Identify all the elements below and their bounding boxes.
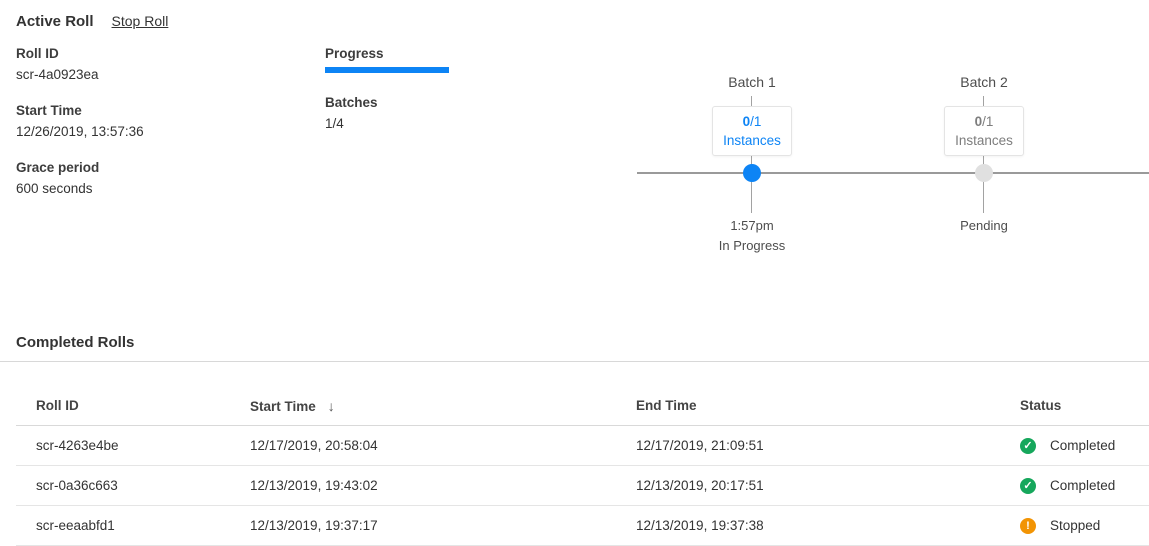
column-header-roll-id: Roll ID	[16, 398, 250, 413]
timeline-axis	[637, 172, 1149, 174]
batch-1-instances-label: Instances	[723, 131, 781, 150]
status-completed-icon	[1020, 438, 1036, 454]
batch-1-time: 1:57pm	[692, 218, 812, 233]
start-time-cell: 12/13/2019, 19:37:17	[250, 518, 636, 533]
batch-1-name: Batch 1	[692, 74, 812, 90]
batch-1-instance-count: 0/1	[743, 112, 762, 131]
status-stopped-icon	[1020, 518, 1036, 534]
end-time-cell: 12/13/2019, 19:37:38	[636, 518, 1020, 533]
table-row[interactable]: scr-eeaabfd1 12/13/2019, 19:37:17 12/13/…	[16, 506, 1149, 546]
roll-id-cell: scr-eeaabfd1	[16, 518, 250, 533]
completed-rolls-title: Completed Rolls	[16, 334, 134, 351]
column-header-end-time: End Time	[636, 398, 1020, 413]
batch-1-instances-card[interactable]: 0/1 Instances	[712, 106, 792, 156]
status-cell: Stopped	[1020, 518, 1149, 534]
status-label: Stopped	[1050, 518, 1100, 533]
start-time-cell: 12/17/2019, 20:58:04	[250, 438, 636, 453]
status-cell: Completed	[1020, 438, 1149, 454]
batch-2-status: Pending	[924, 218, 1044, 233]
batch-2-name: Batch 2	[924, 74, 1044, 90]
column-header-start-time[interactable]: Start Time↓	[250, 398, 636, 414]
status-label: Completed	[1050, 478, 1115, 493]
end-time-cell: 12/17/2019, 21:09:51	[636, 438, 1020, 453]
status-label: Completed	[1050, 438, 1115, 453]
roll-id-cell: scr-0a36c663	[16, 478, 250, 493]
sort-descending-icon[interactable]: ↓	[328, 398, 335, 414]
table-body: scr-4263e4be 12/17/2019, 20:58:04 12/17/…	[16, 426, 1149, 546]
batch-1-node-in-progress	[743, 164, 761, 182]
status-cell: Completed	[1020, 478, 1149, 494]
table-row[interactable]: scr-4263e4be 12/17/2019, 20:58:04 12/17/…	[16, 426, 1149, 466]
roll-id-cell: scr-4263e4be	[16, 438, 250, 453]
timeline-batch-1: Batch 1 0/1 Instances 1:57pm In Progress	[692, 0, 812, 270]
section-divider	[0, 361, 1149, 362]
batch-timeline: Batch 1 0/1 Instances 1:57pm In Progress…	[0, 0, 1149, 270]
timeline-batch-2: Batch 2 0/1 Instances Pending	[924, 0, 1044, 270]
batch-2-instance-count: 0/1	[975, 112, 994, 131]
completed-rolls-table: Roll ID Start Time↓ End Time Status scr-…	[16, 386, 1149, 546]
batch-2-instances-label: Instances	[955, 131, 1013, 150]
start-time-cell: 12/13/2019, 19:43:02	[250, 478, 636, 493]
column-header-status: Status	[1020, 398, 1149, 413]
end-time-cell: 12/13/2019, 20:17:51	[636, 478, 1020, 493]
table-header-row: Roll ID Start Time↓ End Time Status	[16, 386, 1149, 426]
batch-1-status: In Progress	[692, 238, 812, 253]
batch-2-instances-card[interactable]: 0/1 Instances	[944, 106, 1024, 156]
batch-2-node-pending	[975, 164, 993, 182]
roll-management-page: { "active_roll": { "title": "Active Roll…	[0, 0, 1149, 545]
table-row[interactable]: scr-0a36c663 12/13/2019, 19:43:02 12/13/…	[16, 466, 1149, 506]
status-completed-icon	[1020, 478, 1036, 494]
